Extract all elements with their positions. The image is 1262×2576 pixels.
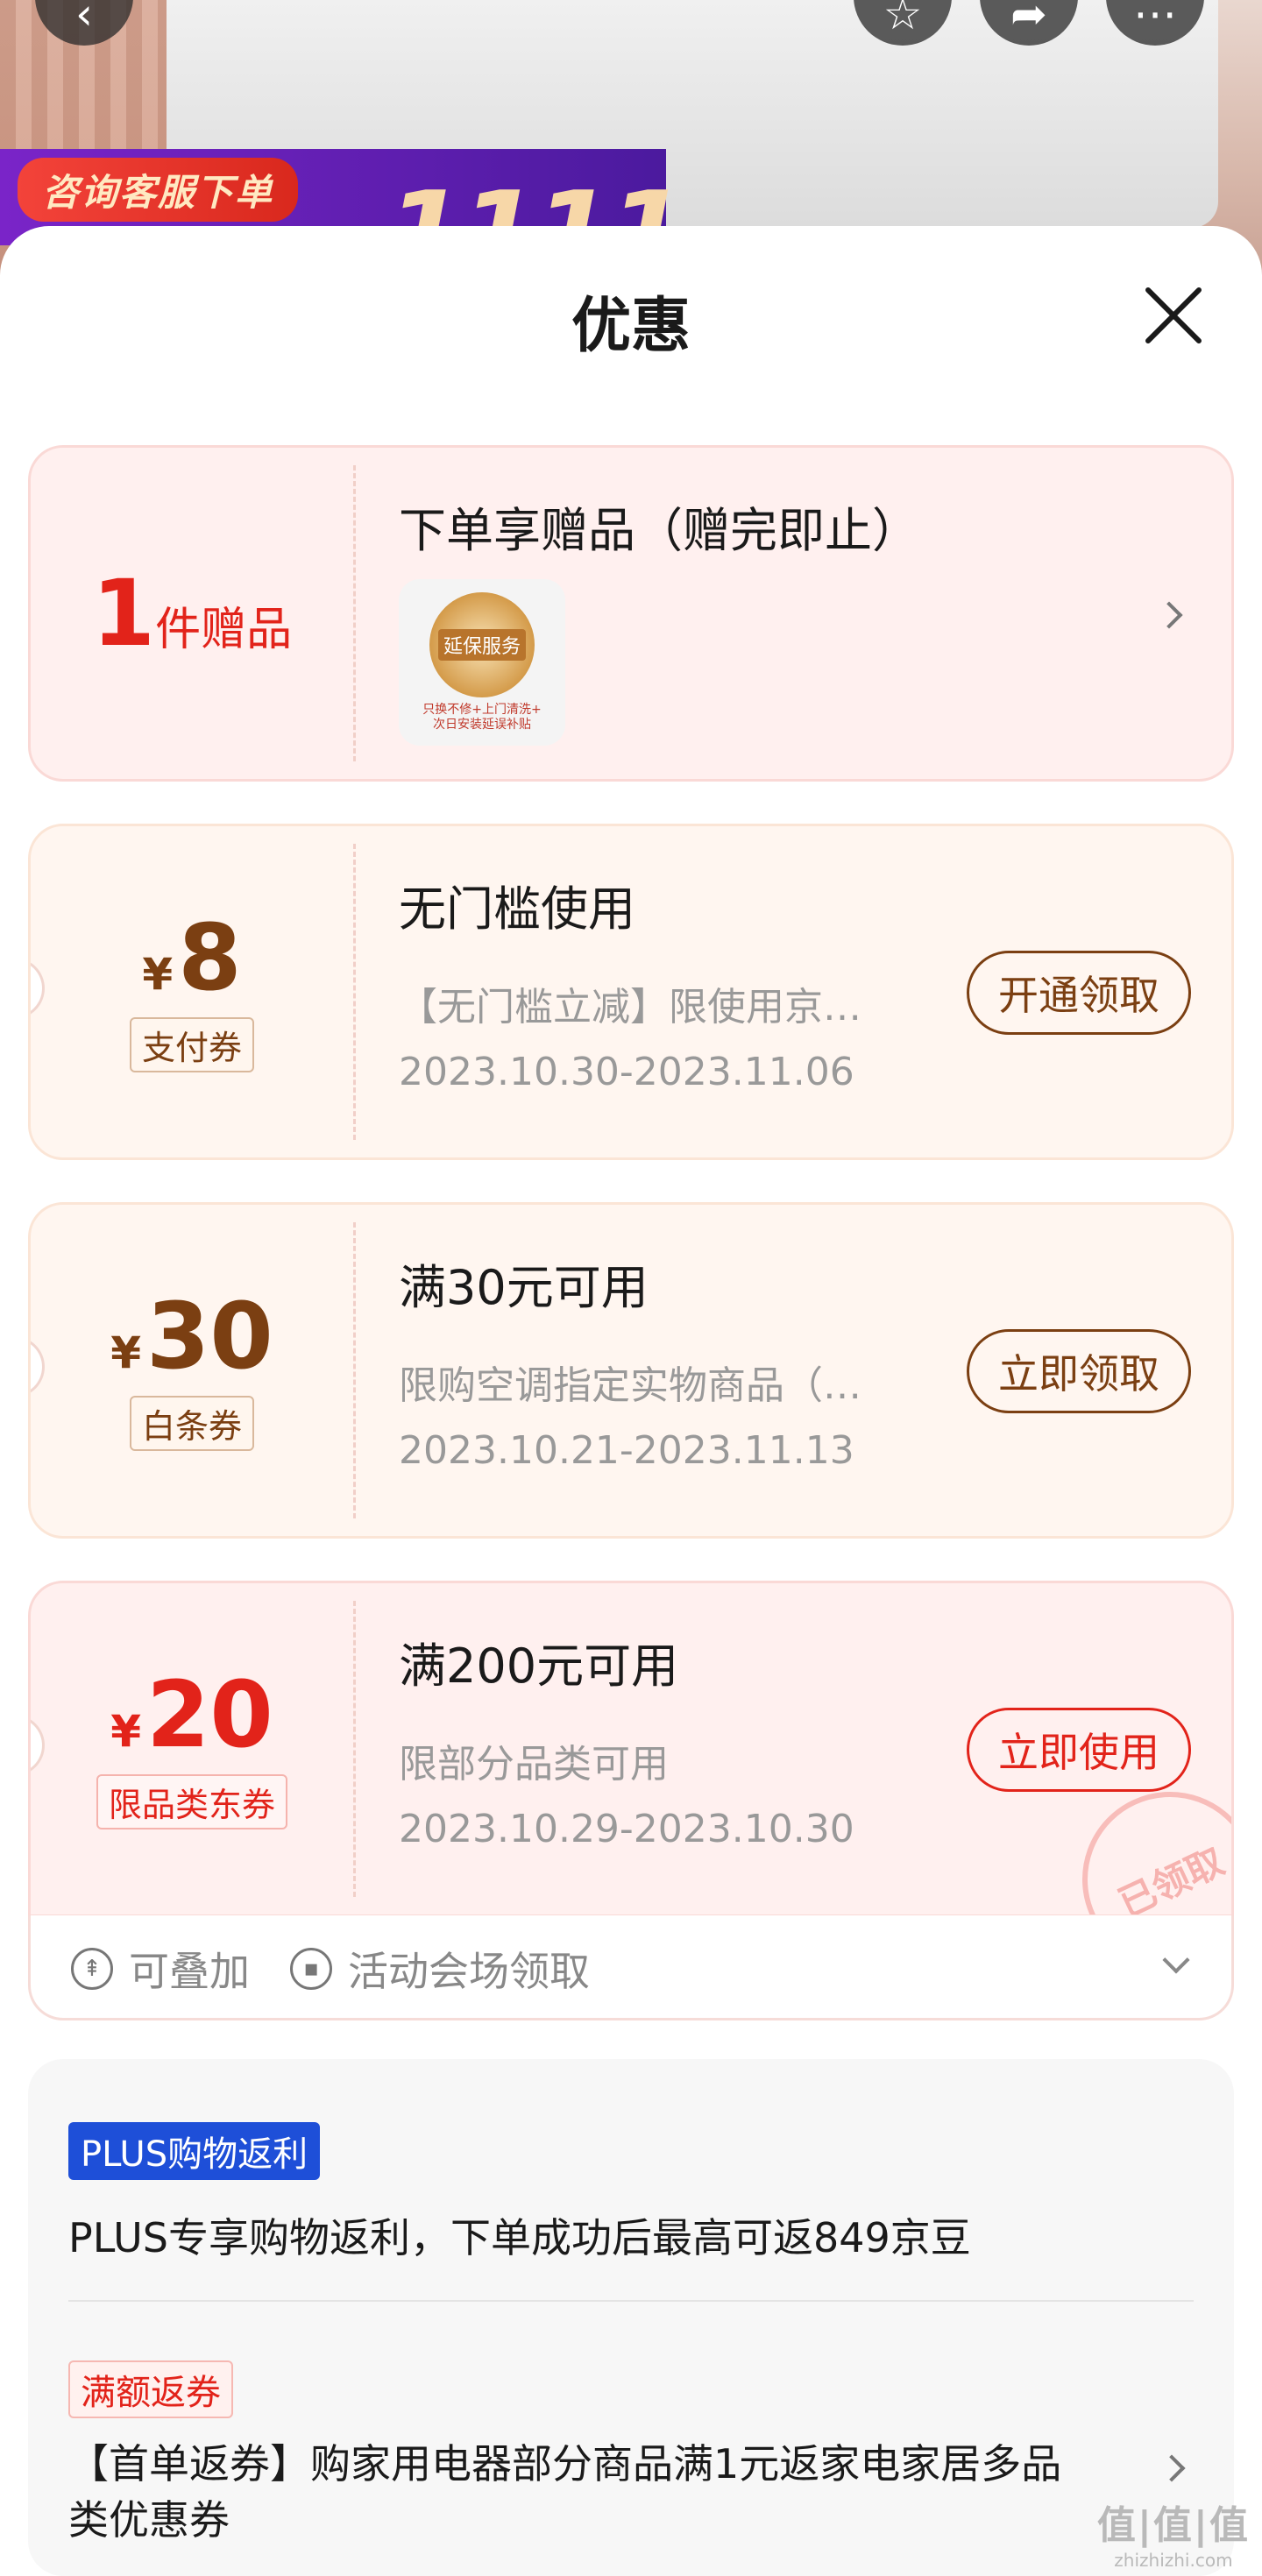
currency-symbol: ¥ xyxy=(142,948,174,1000)
gift-count: 1 xyxy=(91,560,156,667)
coupon-footer[interactable]: ⇞ 可叠加 ▪ 活动会场领取 xyxy=(28,1915,1234,2020)
gift-title: 下单享赠品（赠完即止） xyxy=(399,503,919,558)
coupon-date: 2023.10.30-2023.11.06 xyxy=(399,1050,854,1094)
rebate-panel: PLUS购物返利 PLUS专享购物返利，下单成功后最高可返849京豆 满额返券 … xyxy=(28,2059,1234,2576)
ticket-icon: ▪ xyxy=(290,1948,332,1990)
plus-rebate-tag: PLUS购物返利 xyxy=(68,2122,321,2180)
close-icon[interactable] xyxy=(1139,280,1209,350)
coupon-desc: 限部分品类可用 xyxy=(399,1742,669,1787)
divider xyxy=(68,2300,1194,2302)
claim-now-button[interactable]: 立即领取 xyxy=(967,1329,1191,1413)
watermark-logo: 值|值|值 xyxy=(1096,2503,1250,2548)
coupon-amount: 30 xyxy=(146,1282,273,1390)
coupon-date: 2023.10.21-2023.11.13 xyxy=(399,1428,854,1473)
full-rebate-text[interactable]: 【首单返券】购家用电器部分商品满1元返家电家居多品类优惠券 xyxy=(68,2436,1076,2548)
coupon-card: ¥ 8 支付券 无门槛使用 【无门槛立减】限使用京… 2023.10.30-20… xyxy=(28,824,1234,1160)
gift-caption-line1: 只换不修+上门清洗+ xyxy=(422,703,542,718)
venue-label: 活动会场领取 xyxy=(348,1948,590,1995)
gift-image[interactable]: 延保服务 只换不修+上门清洗+ 次日安装延误补贴 xyxy=(399,579,565,746)
full-rebate-tag: 满额返券 xyxy=(68,2360,233,2418)
coupon-desc: 【无门槛立减】限使用京… xyxy=(399,985,861,1030)
promo-tag[interactable]: 咨询客服下单 xyxy=(18,158,299,222)
coupon-title: 满30元可用 xyxy=(399,1260,649,1315)
gift-count-area: 1 件赠品 xyxy=(31,448,353,779)
back-icon: ‹ xyxy=(75,0,93,39)
sheet-title: 优惠 xyxy=(571,292,691,361)
use-now-button[interactable]: 立即使用 xyxy=(967,1708,1191,1792)
gift-caption-line2: 次日安装延误补贴 xyxy=(433,718,531,732)
coupon-amount: 8 xyxy=(178,903,242,1011)
coupon-date: 2023.10.29-2023.10.30 xyxy=(399,1807,854,1851)
chevron-down-icon[interactable] xyxy=(1162,1946,1190,1974)
coupon-card: ¥ 20 限品类东券 满200元可用 限部分品类可用 2023.10.29-20… xyxy=(28,1581,1234,1917)
coupon-card: ¥ 30 白条券 满30元可用 限购空调指定实物商品（… 2023.10.21-… xyxy=(28,1202,1234,1539)
coupon-type-badge: 白条券 xyxy=(129,1395,254,1451)
star-icon: ☆ xyxy=(883,0,923,39)
venue-info: ▪ 活动会场领取 xyxy=(290,1940,590,1998)
share-icon: ➦ xyxy=(1010,0,1047,39)
stackable-label: 可叠加 xyxy=(129,1948,250,1995)
coupon-type-badge: 支付券 xyxy=(129,1016,254,1072)
coupon-title: 满200元可用 xyxy=(399,1638,679,1694)
stack-icon: ⇞ xyxy=(71,1948,113,1990)
coupon-desc: 限购空调指定实物商品（… xyxy=(399,1363,861,1408)
gift-count-unit: 件赠品 xyxy=(155,604,293,656)
watermark-url: zhizhizhi.com xyxy=(1114,2550,1233,2571)
currency-symbol: ¥ xyxy=(110,1327,142,1378)
coupon-amount: 20 xyxy=(146,1660,273,1768)
warranty-seal-icon: 延保服务 xyxy=(429,592,535,698)
chevron-right-icon[interactable] xyxy=(1155,601,1183,629)
plus-rebate-text: PLUS专享购物返利，下单成功后最高可返849京豆 xyxy=(68,2214,971,2261)
stackable-info: ⇞ 可叠加 xyxy=(71,1940,250,1998)
currency-symbol: ¥ xyxy=(110,1705,142,1757)
coupon-title: 无门槛使用 xyxy=(399,881,635,937)
activate-claim-button[interactable]: 开通领取 xyxy=(967,951,1191,1035)
chevron-right-icon[interactable] xyxy=(1158,2454,1186,2482)
coupon-type-badge: 限品类东券 xyxy=(96,1773,287,1829)
gift-card[interactable]: 1 件赠品 下单享赠品（赠完即止） 延保服务 只换不修+上门清洗+ 次日安装延误… xyxy=(28,445,1234,782)
more-icon: ⋯ xyxy=(1133,0,1177,39)
watermark: 值|值|值 zhizhizhi.com xyxy=(1097,2494,1250,2571)
